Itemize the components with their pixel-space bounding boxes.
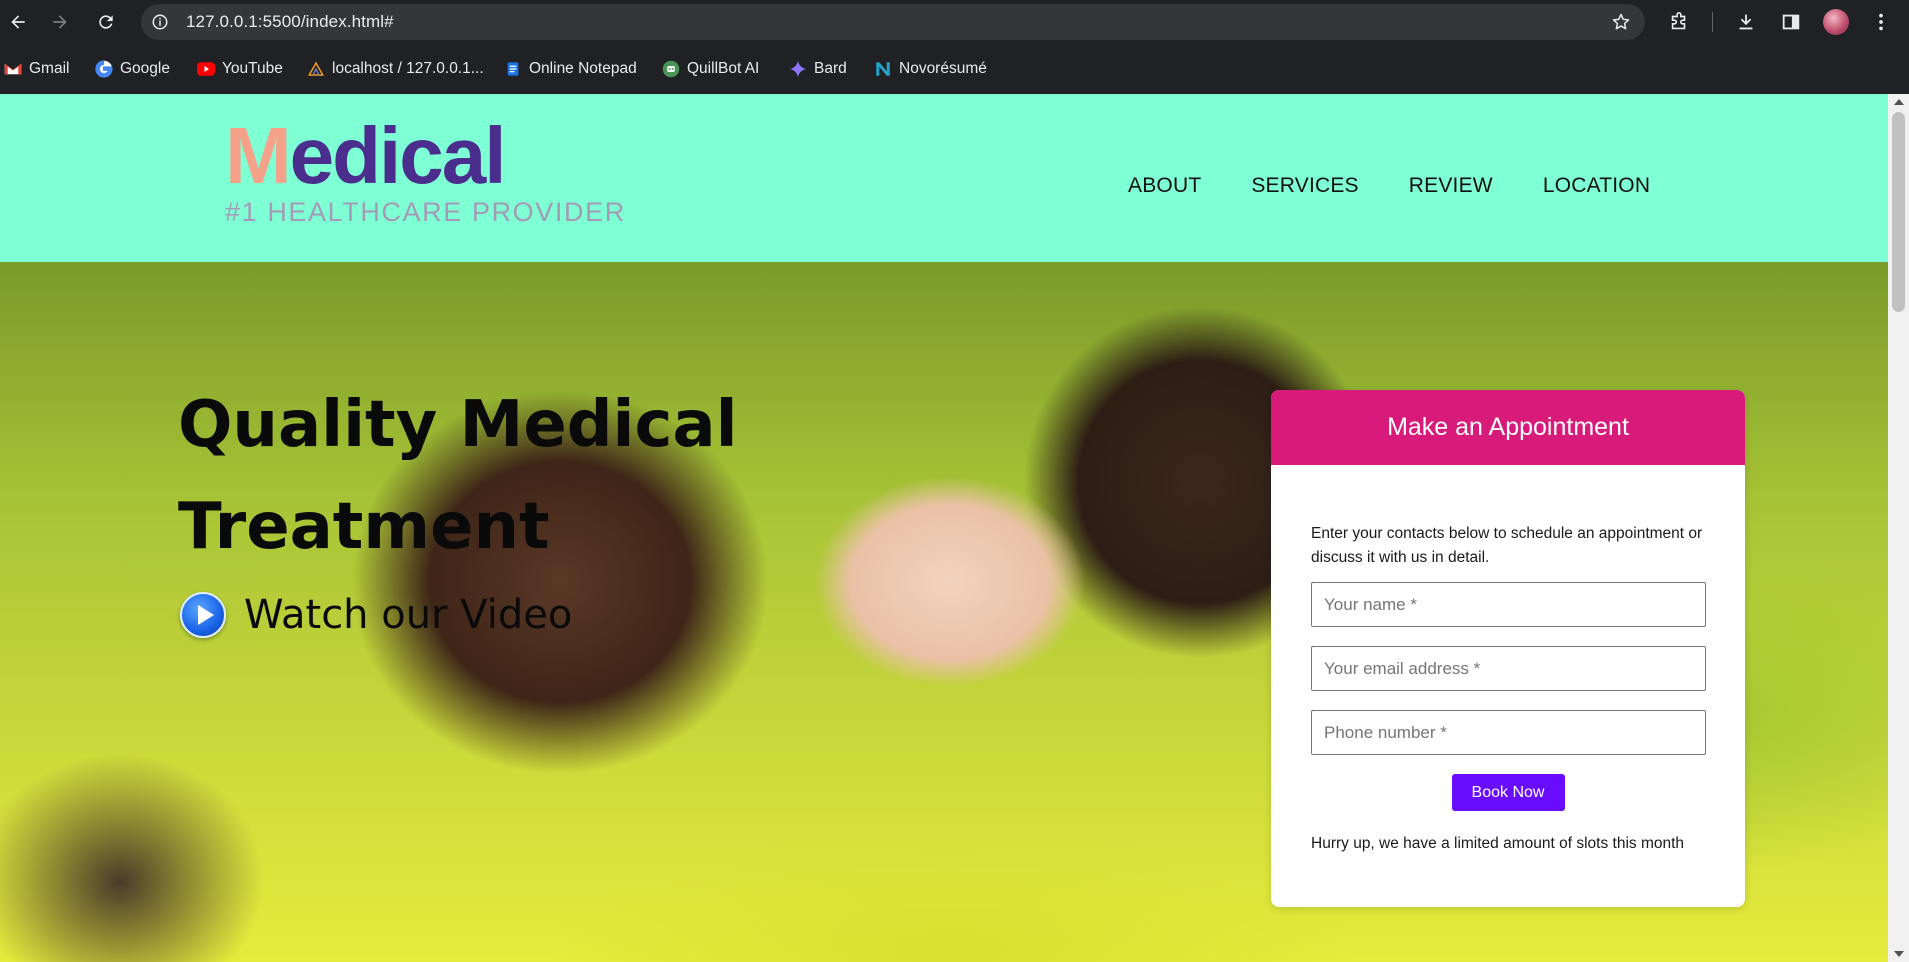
bookmark-label: QuillBot AI xyxy=(687,60,760,77)
profile-avatar[interactable] xyxy=(1823,9,1849,35)
scroll-down-arrow-icon[interactable] xyxy=(1894,951,1904,957)
main-nav: ABOUT SERVICES REVIEW LOCATION xyxy=(1128,174,1700,198)
bookmark-novoresume[interactable]: Novorésumé xyxy=(874,58,987,80)
bookmark-youtube[interactable]: YouTube xyxy=(197,58,283,80)
download-icon[interactable] xyxy=(1735,11,1757,33)
hero-title: Quality Medical Treatment xyxy=(178,374,738,578)
bookmark-localhost[interactable]: localhost / 127.0.0.1... xyxy=(307,58,484,80)
notepad-icon xyxy=(504,60,522,78)
bookmark-bard[interactable]: Bard xyxy=(789,58,847,80)
hero-title-line2: Treatment xyxy=(178,490,550,564)
nav-services[interactable]: SERVICES xyxy=(1251,174,1358,198)
bookmark-online-notepad[interactable]: Online Notepad xyxy=(504,58,637,80)
bookmark-label: YouTube xyxy=(222,60,283,77)
menu-kebab-icon[interactable] xyxy=(1870,11,1892,33)
bookmark-quillbot[interactable]: QuillBot AI xyxy=(662,58,759,80)
logo-wordmark: Medical xyxy=(225,116,506,196)
bookmark-label: Online Notepad xyxy=(529,60,637,77)
appointment-title: Make an Appointment xyxy=(1271,390,1745,465)
scroll-up-arrow-icon[interactable] xyxy=(1894,99,1904,105)
bookmark-label: localhost / 127.0.0.1... xyxy=(332,60,484,77)
watch-video-label[interactable]: Watch our Video xyxy=(244,592,572,638)
logo-word-rest: edical xyxy=(289,111,507,200)
bookmark-gmail[interactable]: Gmail xyxy=(4,58,69,80)
novoresume-icon xyxy=(874,60,892,78)
site-header: Medical #1 HEALTHCARE PROVIDER ABOUT SER… xyxy=(0,94,1888,262)
book-now-button[interactable]: Book Now xyxy=(1451,774,1565,811)
nav-about[interactable]: ABOUT xyxy=(1128,174,1201,198)
reload-icon[interactable] xyxy=(94,10,118,34)
youtube-icon xyxy=(197,60,215,78)
toolbar-separator xyxy=(1712,12,1713,32)
hero-title-line1: Quality Medical xyxy=(178,388,738,462)
address-bar[interactable]: 127.0.0.1:5500/index.html# xyxy=(141,4,1645,40)
page-scrollbar[interactable] xyxy=(1888,94,1909,962)
bookmark-google[interactable]: Google xyxy=(95,58,170,80)
site-info-icon[interactable] xyxy=(151,13,169,31)
logo[interactable]: Medical #1 HEALTHCARE PROVIDER xyxy=(225,116,624,228)
forward-arrow-icon[interactable] xyxy=(48,10,72,34)
extensions-puzzle-icon[interactable] xyxy=(1668,11,1690,33)
hero-section: Quality Medical Treatment Watch our Vide… xyxy=(0,262,1888,962)
logo-tagline: #1 HEALTHCARE PROVIDER xyxy=(225,197,626,227)
logo-letter-m: M xyxy=(225,111,292,200)
phone-field[interactable] xyxy=(1311,710,1706,755)
appointment-description: Enter your contacts below to schedule an… xyxy=(1311,525,1703,566)
appointment-card: Make an Appointment Enter your contacts … xyxy=(1271,390,1745,907)
bookmark-star-icon[interactable] xyxy=(1611,12,1631,32)
bookmark-label: Gmail xyxy=(29,60,70,77)
phpmyadmin-icon xyxy=(307,60,325,78)
google-icon xyxy=(95,60,113,78)
nav-review[interactable]: REVIEW xyxy=(1409,174,1493,198)
name-field[interactable] xyxy=(1311,582,1706,627)
url-text[interactable]: 127.0.0.1:5500/index.html# xyxy=(186,12,394,32)
bookmark-label: Novorésumé xyxy=(899,60,987,77)
email-field[interactable] xyxy=(1311,646,1706,691)
appointment-form: Enter your contacts below to schedule an… xyxy=(1271,465,1745,853)
side-panel-icon[interactable] xyxy=(1780,11,1802,33)
appointment-footer-note: Hurry up, we have a limited amount of sl… xyxy=(1311,835,1685,852)
gmail-icon xyxy=(4,60,22,78)
quillbot-icon xyxy=(662,60,680,78)
browser-toolbar: 127.0.0.1:5500/index.html# xyxy=(0,0,1909,44)
back-arrow-icon[interactable] xyxy=(6,10,30,34)
bard-icon xyxy=(789,60,807,78)
watch-video-link[interactable]: Watch our Video xyxy=(180,592,572,638)
nav-location[interactable]: LOCATION xyxy=(1543,174,1650,198)
play-icon[interactable] xyxy=(180,592,226,638)
scrollbar-thumb[interactable] xyxy=(1892,112,1905,312)
bookmark-label: Bard xyxy=(814,60,847,77)
bookmark-label: Google xyxy=(120,60,170,77)
bookmarks-bar: Gmail Google YouTube localhost / 127.0.0… xyxy=(0,44,1909,94)
page-viewport: Medical #1 HEALTHCARE PROVIDER ABOUT SER… xyxy=(0,94,1888,962)
